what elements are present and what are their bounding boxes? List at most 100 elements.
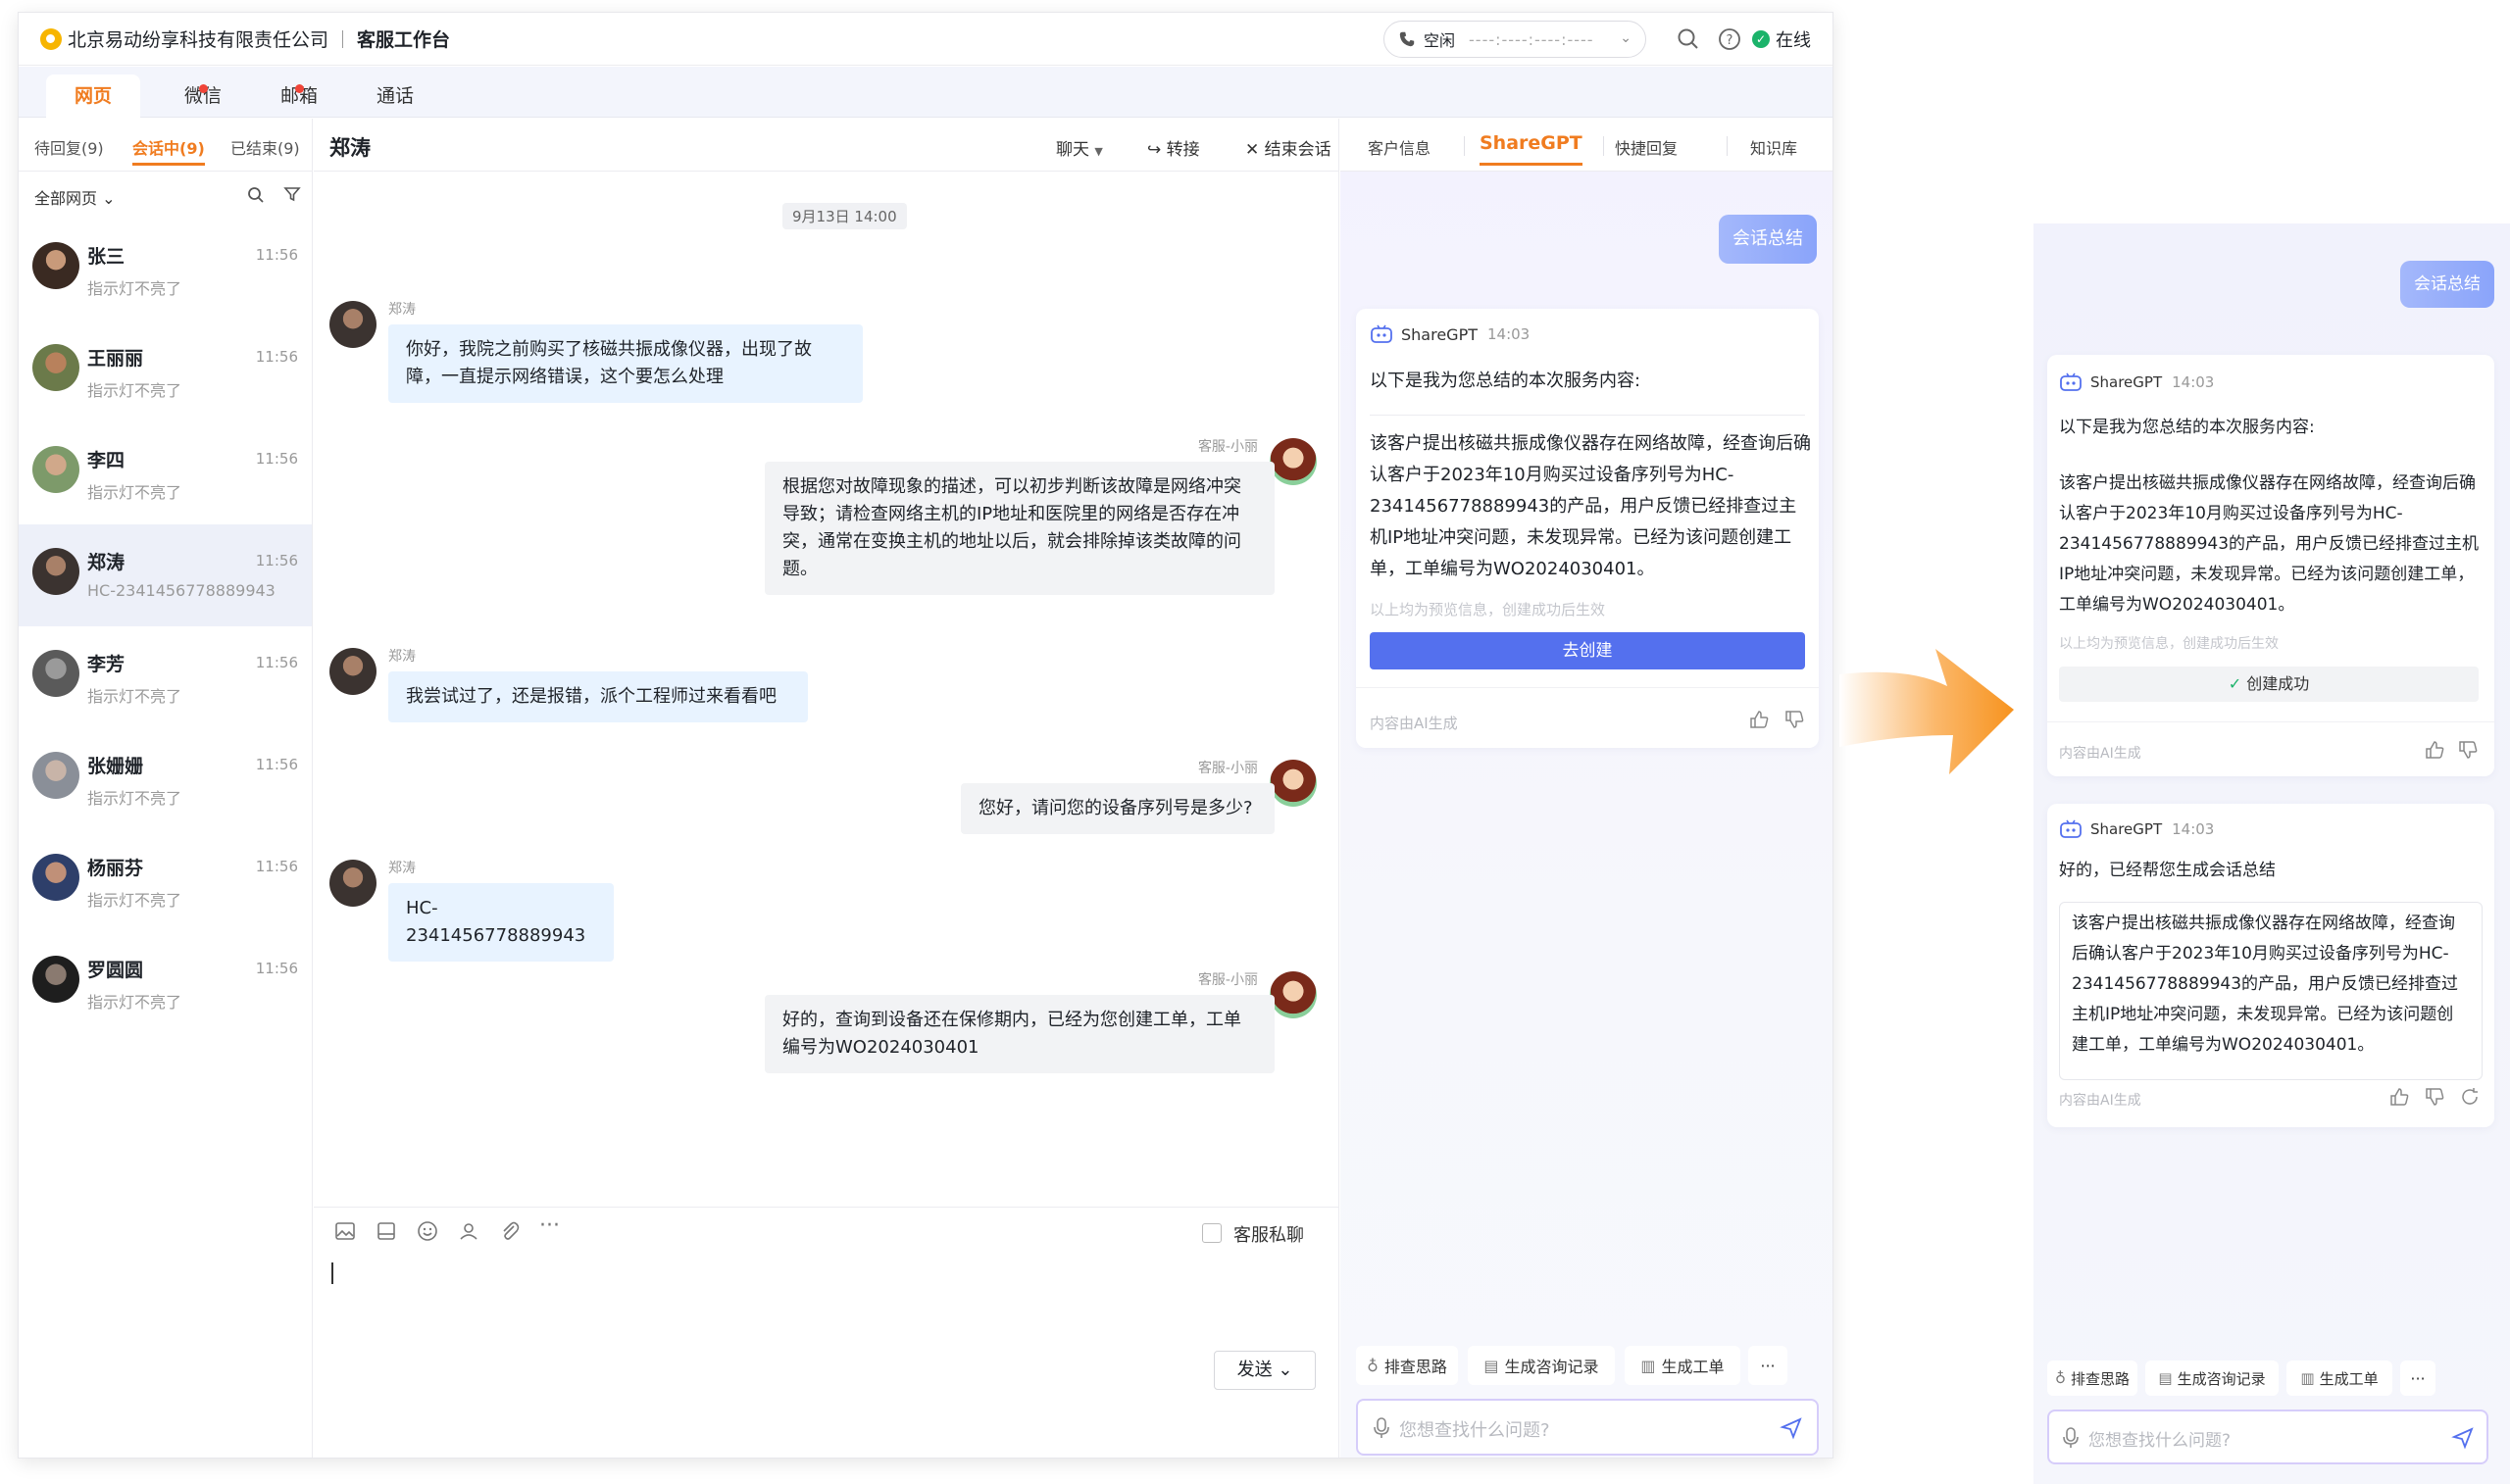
tab-web[interactable]: 网页: [46, 74, 140, 118]
conversation-item-selected[interactable]: 郑涛 11:56 HC-2341456778889943: [19, 524, 312, 626]
thumbs-up-icon[interactable]: [1748, 709, 1770, 730]
company-logo-icon: [40, 27, 62, 50]
send-icon[interactable]: [1780, 1416, 1803, 1440]
generated-summary-box[interactable]: 该客户提出核磁共振成像仪器存在网络故障，经查询后确认客户于2023年10月购买过…: [2059, 902, 2483, 1080]
app-window: 北京易动纷享科技有限责任公司 客服工作台 空闲 ----:----:----:-…: [18, 12, 1833, 1459]
microphone-icon[interactable]: [1372, 1416, 1391, 1440]
help-icon[interactable]: ?: [1717, 26, 1742, 52]
assistant-input[interactable]: 您想查找什么问题?: [2047, 1410, 2488, 1464]
contact-name: 张三: [87, 246, 126, 268]
thumbs-down-icon[interactable]: [2457, 739, 2479, 761]
more-icon[interactable]: ···: [539, 1213, 563, 1238]
tab-knowledge-base[interactable]: 知识库: [1750, 135, 1797, 159]
message-preview: 指示灯不亮了: [87, 687, 182, 706]
bot-name: ShareGPT: [1401, 324, 1478, 344]
transfer-button[interactable]: ↪ 转接: [1147, 135, 1200, 160]
contact-card-icon[interactable]: [457, 1219, 480, 1243]
customer-name: 郑涛: [388, 302, 416, 318]
thumbs-up-icon[interactable]: [2388, 1086, 2410, 1108]
bot-time: 14:03: [2172, 820, 2215, 838]
end-session-label: 结束会话: [1264, 140, 1331, 160]
chip-create-ticket[interactable]: ▥ 生成工单: [1625, 1346, 1740, 1385]
chip-label: 生成咨询记录: [2177, 1369, 2266, 1388]
bot-time: 14:03: [2172, 373, 2215, 391]
message-preview: 指示灯不亮了: [87, 483, 182, 502]
thumbs-down-icon[interactable]: [2424, 1086, 2445, 1108]
tab-active[interactable]: 会话中(9): [132, 135, 205, 166]
chat-mode-select[interactable]: 聊天 ▼: [1056, 135, 1103, 160]
chip-create-ticket[interactable]: ▥ 生成工单: [2286, 1360, 2392, 1396]
user-request-bubble: 会话总结: [1719, 215, 1817, 264]
more-chips-button[interactable]: ···: [1748, 1346, 1787, 1385]
filter-label: 全部网页: [34, 189, 98, 208]
create-success-status: ✓ 创建成功: [2059, 667, 2479, 702]
send-label: 发送: [1236, 1360, 1273, 1380]
thumbs-down-icon[interactable]: [1783, 709, 1805, 730]
assistant-input[interactable]: 您想查找什么问题?: [1356, 1399, 1819, 1456]
avatar: [32, 650, 79, 697]
message-preview: HC-2341456778889943: [87, 581, 276, 600]
card-divider: [1370, 415, 1805, 416]
list-filter-bar: 全部网页 ⌄: [19, 172, 312, 219]
conversation-item[interactable]: 杨丽芬 11:56 指示灯不亮了: [19, 830, 312, 932]
online-status[interactable]: ✓ 在线: [1752, 26, 1811, 52]
send-button[interactable]: 发送 ⌄: [1214, 1351, 1316, 1390]
conversation-item[interactable]: 王丽丽 11:56 指示灯不亮了: [19, 321, 312, 422]
agent-status-select[interactable]: 空闲 ----:----:----:---- ⌄: [1383, 21, 1646, 58]
message-time: 11:56: [255, 960, 298, 977]
tab-quick-reply[interactable]: 快捷回复: [1615, 135, 1678, 159]
screenshot-icon[interactable]: [375, 1219, 398, 1243]
tab-ended[interactable]: 已结束(9): [230, 135, 300, 159]
check-circle-icon: ✓: [2228, 674, 2242, 693]
customer-message: HC-2341456778889943: [388, 883, 614, 962]
conversation-sidebar: 待回复(9) 会话中(9) 已结束(9) 全部网页 ⌄ 张三 11:56 指示灯…: [19, 119, 313, 1458]
image-icon[interactable]: [333, 1219, 357, 1243]
status-timer: ----:----:----:----: [1469, 29, 1594, 49]
input-placeholder: 您想查找什么问题?: [2088, 1431, 2232, 1451]
web-filter-select[interactable]: 全部网页 ⌄: [34, 185, 116, 209]
document-icon: ▤: [2158, 1369, 2173, 1387]
chip-troubleshoot[interactable]: ♁ 排查思路: [1356, 1346, 1458, 1385]
agent-message: 根据您对故障现象的描述，可以初步判断该故障是网络冲突导致；请检查网络主机的IP地…: [765, 462, 1275, 595]
wechat-unread-dot: [199, 84, 208, 93]
search-icon[interactable]: [246, 185, 266, 205]
end-session-button[interactable]: ✕ 结束会话: [1245, 135, 1331, 160]
conversation-item[interactable]: 李芳 11:56 指示灯不亮了: [19, 626, 312, 728]
send-icon[interactable]: [2451, 1426, 2475, 1450]
filter-icon[interactable]: [283, 185, 301, 203]
message-time: 11:56: [255, 858, 298, 875]
robot-icon: [1371, 324, 1392, 343]
attachment-icon[interactable]: [498, 1219, 522, 1243]
tab-customer-info[interactable]: 客户信息: [1368, 135, 1431, 159]
tab-call[interactable]: 通话: [348, 74, 442, 118]
avatar: [32, 752, 79, 799]
chip-consult-record[interactable]: ▤ 生成咨询记录: [1468, 1346, 1615, 1385]
tab-wechat[interactable]: 微信: [156, 74, 250, 118]
message-preview: 指示灯不亮了: [87, 279, 182, 298]
tab-pending[interactable]: 待回复(9): [34, 135, 104, 159]
channel-tabs: 网页 微信 邮箱 通话: [19, 67, 1832, 118]
avatar: [32, 854, 79, 901]
search-icon[interactable]: [1676, 26, 1701, 52]
private-chat-checkbox[interactable]: [1202, 1223, 1222, 1243]
chip-troubleshoot[interactable]: ♁ 排查思路: [2047, 1360, 2137, 1396]
conversation-item[interactable]: 李四 11:56 指示灯不亮了: [19, 422, 312, 524]
share-icon: ↪: [1147, 140, 1162, 160]
bot-summary-card: ShareGPT 14:03 以下是我为您总结的本次服务内容: 该客户提出核磁共…: [2047, 355, 2494, 776]
chip-consult-record[interactable]: ▤ 生成咨询记录: [2145, 1360, 2279, 1396]
create-ticket-button[interactable]: 去创建: [1370, 632, 1805, 669]
text-cursor[interactable]: [331, 1262, 333, 1284]
caret-down-icon: ▼: [1094, 145, 1103, 158]
customer-avatar: [329, 648, 376, 695]
tab-email[interactable]: 邮箱: [252, 74, 346, 118]
more-chips-button[interactable]: ···: [2400, 1360, 2435, 1396]
emoji-icon[interactable]: [416, 1219, 439, 1243]
thumbs-up-icon[interactable]: [2424, 739, 2445, 761]
conversation-item[interactable]: 罗圆圆 11:56 指示灯不亮了: [19, 932, 312, 1034]
refresh-icon[interactable]: [2459, 1086, 2481, 1108]
microphone-icon[interactable]: [2061, 1426, 2081, 1450]
conversation-item[interactable]: 张三 11:56 指示灯不亮了: [19, 219, 312, 321]
chevron-down-icon: ⌄: [1620, 30, 1632, 46]
conversation-item[interactable]: 张姗姗 11:56 指示灯不亮了: [19, 728, 312, 830]
tab-sharegpt[interactable]: ShareGPT: [1480, 132, 1582, 166]
